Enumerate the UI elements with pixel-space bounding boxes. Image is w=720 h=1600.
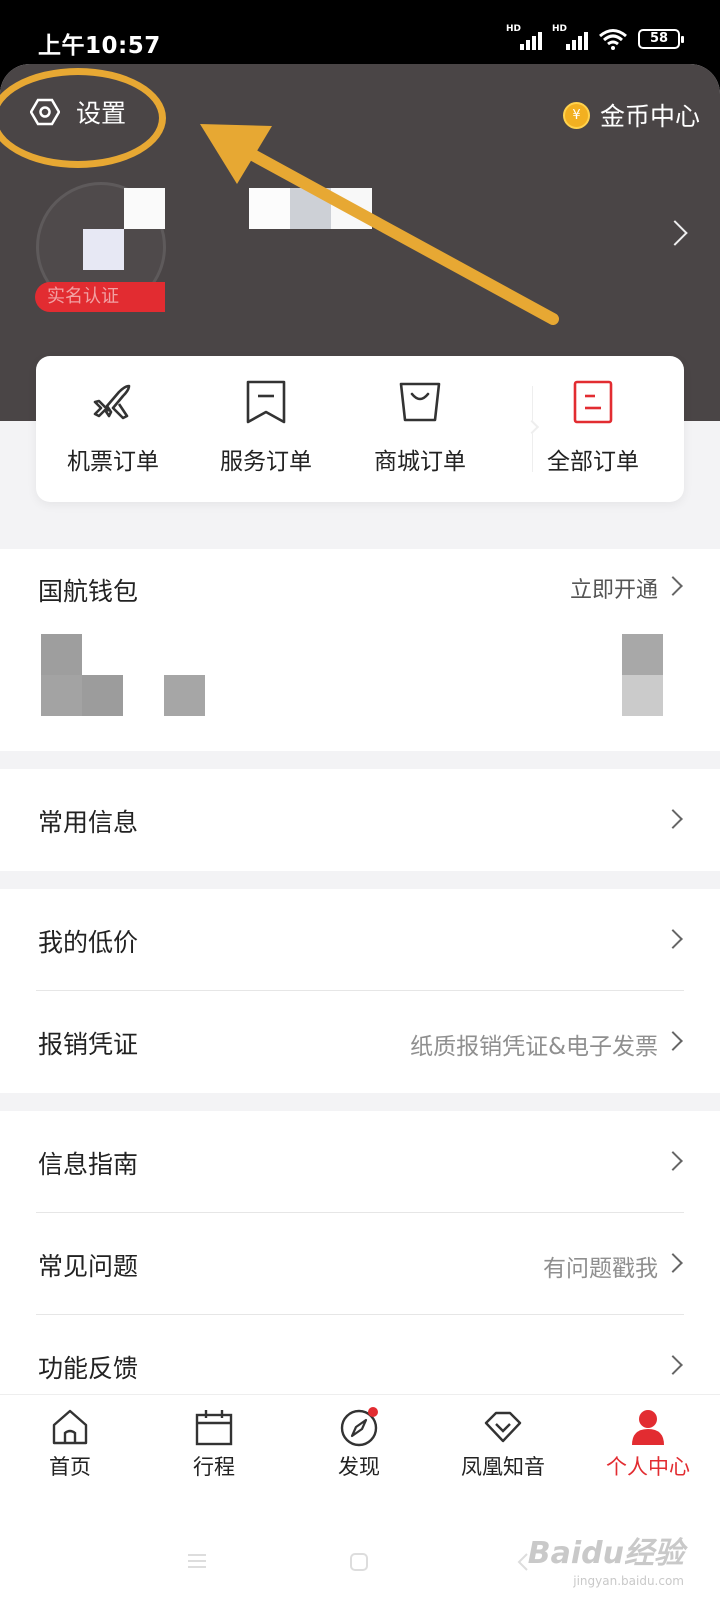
username-mosaic-block	[331, 188, 372, 229]
calendar-icon	[195, 1410, 233, 1446]
person-icon	[632, 1410, 664, 1445]
bookmark-icon	[246, 380, 286, 424]
username-mosaic-block	[249, 188, 290, 229]
status-bar: 上午10:57 HD HD 58	[0, 0, 720, 64]
tab-itinerary[interactable]: 行程	[154, 1407, 274, 1481]
wallet-mosaic-block	[41, 634, 82, 675]
menu-row-title: 报销凭证	[38, 1030, 139, 1059]
tab-label: 首页	[49, 1455, 91, 1479]
menu-row-title: 信息指南	[38, 1150, 139, 1179]
signal-hd-label: HD	[552, 24, 568, 34]
watermark-main: Baidu经验	[527, 1536, 684, 1571]
order-item-label: 商城订单	[374, 449, 466, 475]
common-info-section: 常用信息	[0, 769, 720, 871]
tab-personal-center[interactable]: 个人中心	[588, 1407, 708, 1481]
chevron-right-icon	[663, 809, 683, 829]
menu-row-title: 常见问题	[38, 1252, 139, 1281]
verify-badge-label: 实名认证	[47, 286, 119, 307]
profile-chevron-icon[interactable]	[662, 220, 688, 246]
username-mosaic-block	[290, 188, 331, 229]
profile-screen: 设置 ¥ 金币中心 实名认证 机票订单 服务订单 商城订单 全部订单 国航钱包 …	[0, 64, 720, 1600]
baidu-watermark: Baidu经验 jingyan.baidu.com	[528, 1528, 684, 1588]
wallet-mosaic-block	[41, 675, 82, 716]
diamond-icon	[484, 1411, 522, 1443]
status-icons: HD HD 58	[506, 24, 684, 50]
gold-center-button[interactable]: ¥ 金币中心	[562, 97, 700, 133]
menu-icon[interactable]	[186, 1552, 208, 1570]
tab-home[interactable]: 首页	[10, 1407, 130, 1481]
home-square-icon[interactable]	[349, 1552, 369, 1572]
menu-row-title: 我的低价	[38, 928, 139, 957]
menu-row-hint: 有问题戳我	[543, 1256, 658, 1282]
wallet-section: 国航钱包 立即开通	[0, 549, 720, 751]
menu-row-faq[interactable]: 常见问题 有问题戳我	[0, 1213, 720, 1315]
gold-center-label: 金币中心	[599, 102, 700, 131]
chevron-right-icon	[663, 1151, 683, 1171]
wallet-title: 国航钱包	[38, 577, 139, 606]
status-time: 上午10:57	[38, 33, 161, 59]
chevron-right-icon	[663, 1355, 683, 1375]
menu-row-reimbursement[interactable]: 报销凭证 纸质报销凭证&电子发票	[0, 991, 720, 1093]
order-item-label: 全部订单	[547, 449, 639, 475]
menu-row-title: 常用信息	[38, 808, 139, 837]
avatar-mosaic-block	[124, 188, 165, 229]
settings-button[interactable]: 设置	[30, 94, 126, 130]
system-nav-bar: Baidu经验 jingyan.baidu.com	[0, 1492, 720, 1600]
settings-label: 设置	[76, 99, 127, 128]
tab-discover[interactable]: 发现	[299, 1407, 419, 1481]
wallet-mosaic-block	[82, 675, 123, 716]
bottom-tab-bar: 首页 行程 发现 凤凰知音 个人中心	[0, 1394, 720, 1492]
settings-hexagon-icon	[30, 98, 60, 126]
signal-icon: HD	[506, 24, 542, 50]
wallet-mosaic-block	[622, 634, 663, 675]
shopping-bag-icon	[399, 382, 441, 422]
battery-level: 58	[649, 31, 669, 46]
signal-icon: HD	[552, 24, 588, 50]
orders-card: 机票订单 服务订单 商城订单 全部订单	[36, 356, 684, 502]
order-item-label: 机票订单	[67, 449, 159, 475]
price-reimburse-section: 我的低价 报销凭证 纸质报销凭证&电子发票	[0, 889, 720, 1093]
order-item-mall[interactable]: 商城订单	[345, 378, 495, 476]
menu-row-my-low-price[interactable]: 我的低价	[0, 889, 720, 991]
menu-row-hint: 纸质报销凭证&电子发票	[410, 1034, 658, 1060]
menu-row-common-info[interactable]: 常用信息	[0, 769, 720, 871]
order-item-service[interactable]: 服务订单	[191, 378, 341, 476]
help-section: 信息指南 常见问题 有问题戳我 功能反馈	[0, 1111, 720, 1394]
tab-phoenix-miles[interactable]: 凤凰知音	[443, 1407, 563, 1481]
compass-icon	[340, 1407, 378, 1447]
airplane-icon	[93, 384, 131, 420]
battery-icon: 58	[638, 29, 684, 49]
order-item-all[interactable]: 全部订单	[518, 378, 668, 476]
home-icon	[52, 1409, 88, 1445]
menu-row-title: 功能反馈	[38, 1354, 139, 1383]
signal-hd-label: HD	[506, 24, 522, 34]
chevron-right-icon	[663, 1253, 683, 1273]
coin-icon: ¥	[562, 101, 590, 129]
verify-badge[interactable]: 实名认证	[35, 282, 165, 312]
document-icon	[573, 380, 613, 424]
avatar-mosaic-block	[83, 229, 124, 270]
chevron-right-icon	[663, 1031, 683, 1051]
wallet-open-link[interactable]: 立即开通	[570, 572, 658, 604]
order-item-flight[interactable]: 机票订单	[38, 378, 188, 476]
tab-label: 凤凰知音	[461, 1455, 545, 1479]
menu-row-feedback[interactable]: 功能反馈	[0, 1315, 720, 1394]
wifi-icon	[599, 29, 627, 50]
wallet-mosaic-block	[164, 675, 205, 716]
tab-label: 发现	[338, 1455, 380, 1479]
chevron-right-icon	[663, 929, 683, 949]
chevron-right-icon[interactable]	[663, 576, 683, 596]
tab-label: 个人中心	[606, 1455, 690, 1479]
menu-row-info-guide[interactable]: 信息指南	[0, 1111, 720, 1213]
order-item-label: 服务订单	[220, 449, 312, 475]
tab-label: 行程	[193, 1455, 235, 1479]
watermark-sub: jingyan.baidu.com	[573, 1574, 684, 1588]
wallet-mosaic-block	[622, 675, 663, 716]
